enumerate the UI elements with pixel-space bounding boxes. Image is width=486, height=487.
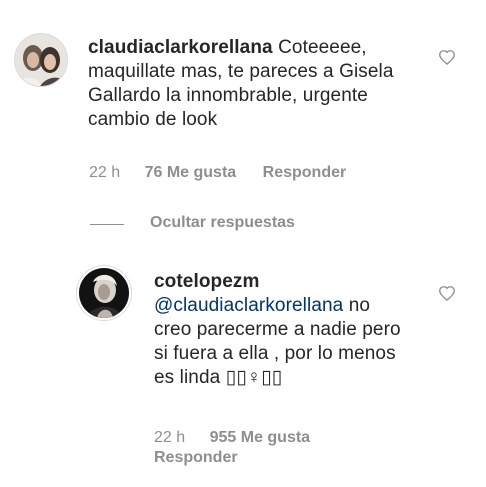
- comment-likes[interactable]: 76 Me gusta: [145, 164, 237, 181]
- comment-reply-button[interactable]: Responder: [263, 164, 347, 181]
- comment-username[interactable]: claudiaclarkorellana: [88, 37, 273, 58]
- avatar[interactable]: [14, 33, 68, 87]
- reply-reply-button[interactable]: Responder: [154, 449, 238, 466]
- comment-text: claudiaclarkorellana Coteeeee, maquillat…: [88, 36, 406, 132]
- reply-avatar[interactable]: [77, 266, 131, 320]
- comment-meta: 22 h 76 Me gusta Responder: [89, 163, 346, 183]
- heart-outline-icon[interactable]: [437, 47, 457, 67]
- hide-replies-button[interactable]: Ocultar respuestas: [150, 214, 295, 232]
- divider-line: [90, 224, 124, 225]
- comment-time[interactable]: 22 h: [89, 164, 120, 181]
- reply-username[interactable]: cotelopezm: [154, 271, 260, 292]
- reply-likes[interactable]: 955 Me gusta: [210, 429, 310, 446]
- heart-outline-icon[interactable]: [437, 283, 457, 303]
- reply-text: cotelopezm @claudiaclarkorellana no creo…: [154, 270, 404, 390]
- avatar-photo-icon: [15, 34, 67, 86]
- reply-mention-link[interactable]: @claudiaclarkorellana: [154, 295, 343, 316]
- comment-body: claudiaclarkorellana Coteeeee, maquillat…: [88, 36, 406, 132]
- reply-time[interactable]: 22 h: [154, 429, 185, 446]
- reply-meta: 22 h 955 Me gusta Responder: [154, 428, 404, 468]
- reply-body: cotelopezm @claudiaclarkorellana no creo…: [154, 270, 404, 390]
- avatar-photo-icon: [79, 268, 129, 318]
